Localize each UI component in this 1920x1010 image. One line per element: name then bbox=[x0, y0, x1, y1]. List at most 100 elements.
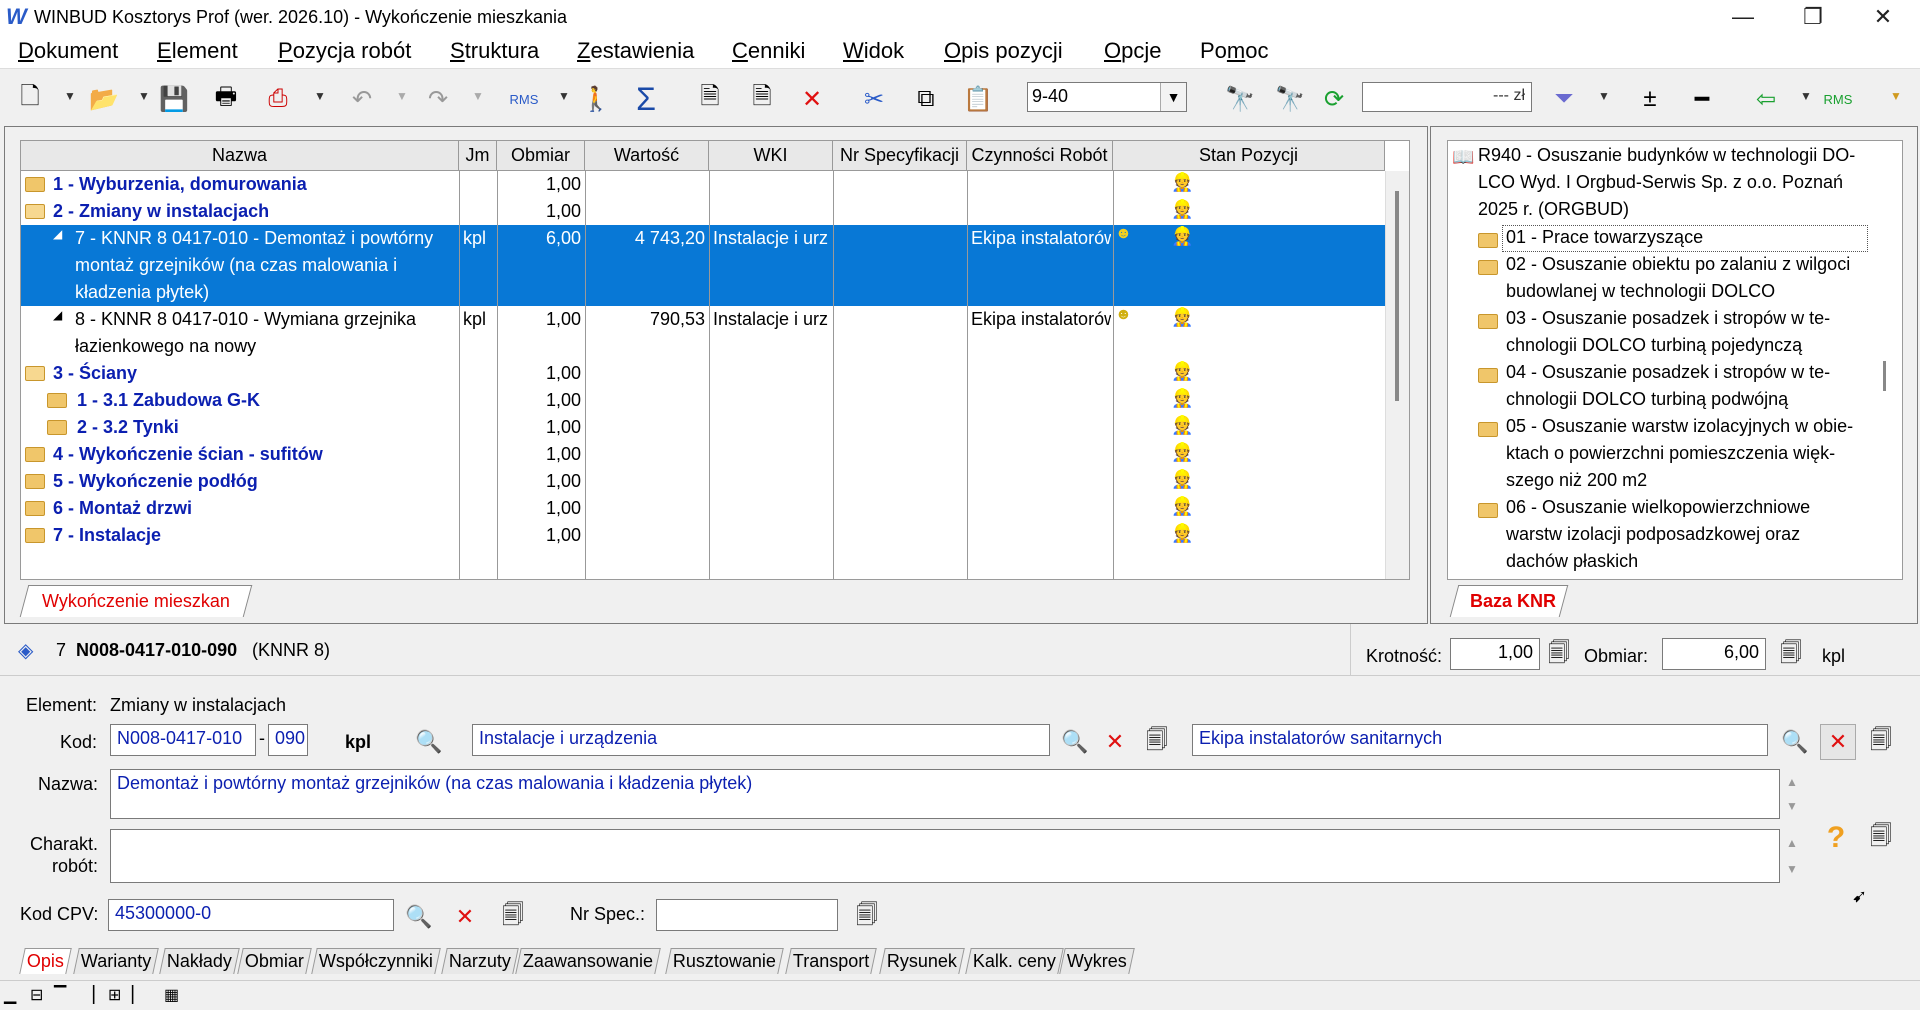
tree-row[interactable]: 5 - Wykończenie podłóg 1,00 👷 bbox=[21, 468, 1385, 495]
tab-obmiar[interactable]: Obmiar bbox=[237, 948, 312, 974]
notes-icon[interactable]: 🗐 bbox=[1544, 640, 1574, 670]
tree-row[interactable]: 3 - Ściany 1,00 👷 bbox=[21, 360, 1385, 387]
tab-wspolczynniki[interactable]: Współczynniki bbox=[311, 948, 441, 974]
column-header-stan-pozycji[interactable]: Stan Pozycji bbox=[1113, 141, 1385, 171]
column-header-jm[interactable]: Jm bbox=[459, 141, 497, 171]
save-icon[interactable]: 💾 bbox=[158, 83, 190, 115]
close-button[interactable]: ✕ bbox=[1860, 0, 1906, 36]
find-next-icon[interactable]: 🔭 bbox=[1274, 83, 1306, 115]
chevron-down-icon[interactable]: ▼ bbox=[1890, 89, 1902, 103]
tab-naklady[interactable]: Nakłady bbox=[159, 948, 240, 974]
tree-row[interactable]: 6 - Montaż drzwi 1,00 👷 bbox=[21, 495, 1385, 522]
tree-row[interactable]: 2 - Zmiany w instalacjach 1,00 👷 bbox=[21, 198, 1385, 225]
worker-icon[interactable]: 🚶 bbox=[580, 83, 612, 115]
refresh-icon[interactable]: ⟳ bbox=[1318, 83, 1350, 115]
chevron-down-icon[interactable]: ▼ bbox=[396, 89, 408, 103]
tree-row[interactable]: 7 - Instalacje 1,00 👷 bbox=[21, 522, 1385, 549]
tab-warianty[interactable]: Warianty bbox=[73, 948, 160, 974]
charakt-scrollbar[interactable]: ▲ ▼ bbox=[1780, 830, 1804, 882]
tab-zaawansowanie[interactable]: Zaawansowanie bbox=[515, 948, 661, 974]
browse-icon[interactable]: 🔍 bbox=[412, 726, 446, 758]
menu-element[interactable]: Element bbox=[157, 38, 238, 64]
knr-item-line3[interactable]: dachów płaskich bbox=[1506, 551, 1638, 572]
layout-left-icon[interactable]: ▏ bbox=[132, 985, 144, 1005]
nazwa-scrollbar[interactable]: ▲ ▼ bbox=[1780, 770, 1804, 818]
tree-row[interactable]: 1 - 3.1 Zabudowa G-K 1,00 👷 bbox=[21, 387, 1385, 414]
expand-icon[interactable]: ◢ bbox=[53, 227, 62, 241]
kod-input[interactable]: N008-0417-010 bbox=[110, 724, 256, 756]
chevron-down-icon[interactable]: ▼ bbox=[64, 89, 76, 103]
collapse-icon[interactable]: ━ bbox=[1686, 83, 1718, 115]
notes-icon[interactable]: 🗐 bbox=[852, 901, 882, 933]
knr-item-line2[interactable]: chnologii DOLCO turbiną podwójną bbox=[1506, 389, 1788, 410]
menu-widok[interactable]: Widok bbox=[843, 38, 904, 64]
knr-tree[interactable]: 📖 R940 - Osuszanie budynków w technologi… bbox=[1447, 140, 1903, 580]
tree-row[interactable]: 4 - Wykończenie ścian - sufitów 1,00 👷 bbox=[21, 441, 1385, 468]
calculator-icon[interactable]: ▦ bbox=[164, 985, 179, 1005]
tab-kalk-ceny[interactable]: Kalk. ceny bbox=[965, 948, 1064, 974]
expand-icon[interactable]: ◢ bbox=[53, 308, 62, 322]
notes-icon[interactable]: 🗐 bbox=[498, 901, 528, 933]
minimize-button[interactable]: — bbox=[1720, 0, 1766, 36]
tab-document[interactable]: Wykończenie mieszkan bbox=[19, 585, 253, 617]
open-folder-icon[interactable]: 📂 bbox=[88, 83, 120, 115]
menu-pozycja-robot[interactable]: Pozycja robót bbox=[278, 38, 411, 64]
clear-icon[interactable]: ✕ bbox=[450, 901, 480, 933]
krotnosc-input[interactable]: 1,00 bbox=[1450, 638, 1540, 670]
tab-rysunek[interactable]: Rysunek bbox=[879, 948, 965, 974]
delete-icon[interactable]: ✕ bbox=[796, 83, 828, 115]
menu-cenniki[interactable]: Cenniki bbox=[732, 38, 805, 64]
layout-right-icon[interactable]: ▕ bbox=[82, 985, 94, 1005]
rms-import-icon[interactable]: RMS bbox=[1822, 83, 1854, 115]
import-icon[interactable]: ⇦ bbox=[1750, 83, 1782, 115]
tab-baza-knr[interactable]: Baza KNR bbox=[1449, 585, 1570, 617]
knr-item[interactable]: 01 - Prace towarzyszące bbox=[1506, 227, 1703, 248]
browse-icon[interactable]: 🔍 bbox=[1058, 726, 1092, 758]
chevron-down-icon[interactable]: ▼ bbox=[1598, 89, 1610, 103]
chevron-down-icon[interactable]: ▼ bbox=[1800, 89, 1812, 103]
tree-row[interactable]: ◢ 8 - KNNR 8 0417-010 - Wymiana grzejnik… bbox=[21, 306, 1385, 360]
nrspec-input[interactable] bbox=[656, 899, 838, 931]
menu-opis-pozycji[interactable]: Opis pozycji bbox=[944, 38, 1063, 64]
browse-icon[interactable]: 🔍 bbox=[402, 901, 436, 933]
knr-item[interactable]: 02 - Osuszanie obiektu po zalaniu z wilg… bbox=[1506, 254, 1850, 275]
tree-row[interactable]: 2 - 3.2 Tynki 1,00 👷 bbox=[21, 414, 1385, 441]
paste-icon[interactable]: 📋 bbox=[962, 83, 994, 115]
cpv-input[interactable]: 45300000-0 bbox=[108, 899, 394, 931]
notes-icon[interactable]: 🗐 bbox=[1866, 726, 1896, 758]
browse-icon[interactable]: 🔍 bbox=[1778, 726, 1812, 758]
notes-icon[interactable]: 🗐 bbox=[1142, 726, 1172, 758]
column-header-czynnosci-robot[interactable]: Czynności Robót bbox=[967, 141, 1113, 171]
charakt-textarea[interactable] bbox=[110, 829, 1780, 883]
chevron-down-icon[interactable]: ▼ bbox=[314, 89, 326, 103]
tree-row-selected[interactable]: ◢ 7 - KNNR 8 0417-010 - Demontaż i powtó… bbox=[21, 225, 1385, 306]
knr-item-line2[interactable]: chnologii DOLCO turbiną pojedynczą bbox=[1506, 335, 1802, 356]
plus-minus-icon[interactable]: ± bbox=[1634, 83, 1666, 115]
wki-input[interactable]: Instalacje i urządzenia bbox=[472, 724, 1050, 756]
chevron-down-icon[interactable]: ▼ bbox=[472, 89, 484, 103]
menu-struktura[interactable]: Struktura bbox=[450, 38, 539, 64]
tab-transport[interactable]: Transport bbox=[785, 948, 878, 974]
column-header-nazwa[interactable]: Nazwa bbox=[21, 141, 459, 171]
knr-item-line2[interactable]: warstw izolacji podposadzkowej oraz bbox=[1506, 524, 1800, 545]
pdf-icon[interactable]: ⎙ bbox=[262, 83, 294, 115]
layout-columns-icon[interactable]: ⊞ bbox=[108, 985, 121, 1005]
column-header-wki[interactable]: WKI bbox=[709, 141, 833, 171]
tree-row[interactable]: 1 - Wyburzenia, domurowania 1,00 👷 bbox=[21, 171, 1385, 198]
knr-item[interactable]: 06 - Osuszanie wielkopowierzchniowe bbox=[1506, 497, 1810, 518]
knr-item[interactable]: 05 - Osuszanie warstw izolacyjnych w obi… bbox=[1506, 416, 1853, 437]
menu-dokument[interactable]: Dokument bbox=[18, 38, 118, 64]
notes-icon[interactable]: 🗐 bbox=[1776, 640, 1806, 670]
position-icon[interactable]: 🗎 bbox=[746, 83, 778, 115]
menu-opcje[interactable]: Opcje bbox=[1104, 38, 1161, 64]
layout-split-icon[interactable]: ⊟ bbox=[30, 985, 43, 1005]
maximize-button[interactable]: ❐ bbox=[1790, 0, 1836, 36]
tab-narzuty[interactable]: Narzuty bbox=[441, 948, 519, 974]
sum-icon[interactable]: Σ bbox=[630, 81, 662, 117]
knr-item-line3[interactable]: szego niż 200 m2 bbox=[1506, 470, 1647, 491]
knr-scrollbar-thumb[interactable] bbox=[1883, 361, 1886, 391]
tab-wykres[interactable]: Wykres bbox=[1059, 948, 1135, 974]
cost-estimate-tree[interactable]: Nazwa Jm Obmiar Wartość WKI Nr Specyfika… bbox=[20, 140, 1410, 580]
copy-icon[interactable]: ⧉ bbox=[910, 83, 942, 115]
menu-zestawienia[interactable]: Zestawienia bbox=[577, 38, 694, 64]
